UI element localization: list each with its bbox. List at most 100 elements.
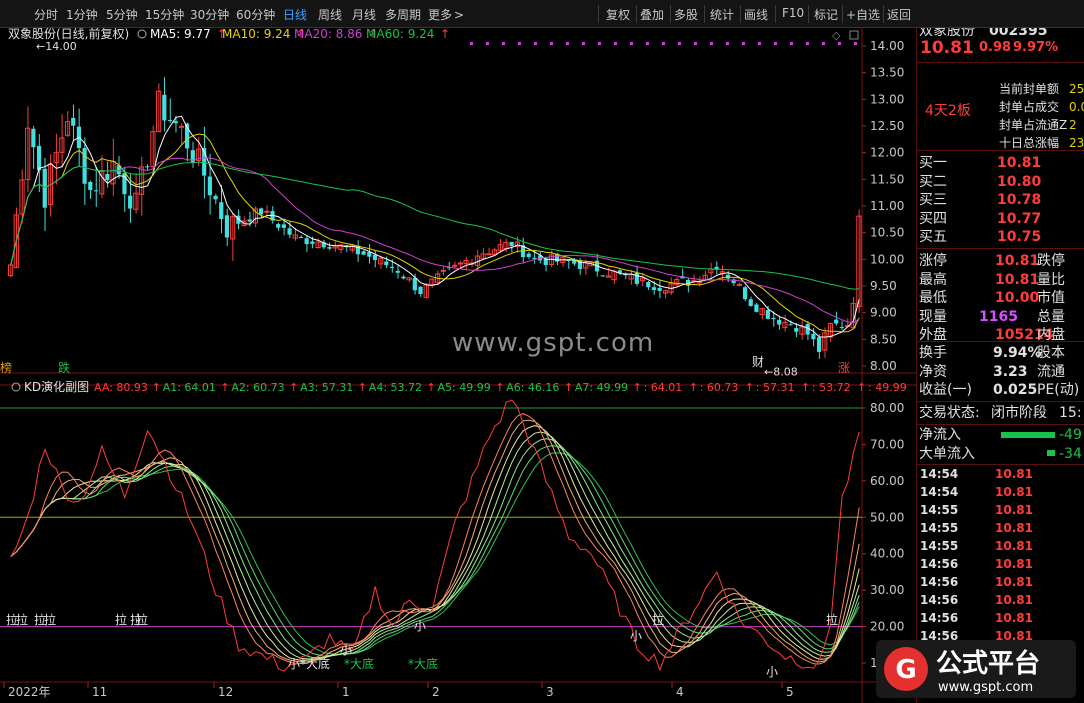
period-tab-30min[interactable]: 30分钟 (190, 6, 229, 23)
event-dot (550, 42, 553, 45)
flow-row: 大单流入 -34 (917, 445, 1084, 464)
tool-multi-stock[interactable]: 多股 (674, 6, 698, 23)
site-watermark: www.gspt.com (452, 328, 655, 358)
bid-row: 买一 10.81 (917, 154, 1084, 173)
candle-body (811, 333, 816, 340)
bid-label: 买四 (919, 210, 947, 227)
toolbar-divider (636, 5, 637, 23)
candle-body (372, 254, 378, 261)
kline-chart[interactable]: 分析家公式网 www.fxjgsw.com分析家公式网 www.fxjgsw.c… (0, 26, 946, 703)
candle-body (213, 195, 218, 200)
flow-value: -49 (1059, 427, 1082, 443)
period-tab-1min[interactable]: 1分钟 (66, 6, 98, 23)
tool-fuquan[interactable]: 复权 (606, 6, 630, 23)
event-dot (614, 42, 617, 45)
quote-stat-right-label: 内盘 (1037, 327, 1065, 343)
bid-row: 买二 10.80 (917, 173, 1084, 192)
tick-row: 14:55 10.81 (917, 501, 1084, 519)
tool-stats[interactable]: 统计 (710, 6, 734, 23)
quote-stat-label: 涨停 (919, 253, 947, 269)
candle-body (162, 94, 167, 121)
bid-price: 10.81 (997, 155, 1042, 171)
kd-signal-la: 拉 (44, 612, 56, 627)
event-dot (502, 42, 505, 45)
candle-body (651, 287, 657, 291)
flow-bar (1001, 432, 1055, 438)
toolbar-divider (598, 5, 599, 23)
candle-body (457, 262, 463, 265)
tool-overlay[interactable]: 叠加 (640, 6, 664, 23)
candle-body (777, 319, 782, 325)
kd-axis-label: 50.00 (870, 510, 904, 524)
period-tab-more[interactable]: 更多 > (428, 6, 464, 23)
candle-body (207, 176, 212, 196)
quote-stat2-label: 净资 (919, 363, 947, 380)
tool-back[interactable]: 返回 (887, 6, 911, 23)
up-arrow-icon: ↑ (495, 381, 504, 394)
candle-body (287, 228, 292, 235)
candle-body (105, 174, 110, 181)
candle-body (384, 261, 389, 266)
candle-body (31, 128, 36, 148)
up-arrow-icon: ↑ (289, 381, 298, 394)
tool-draw[interactable]: 画线 (744, 6, 768, 23)
quote-stat2-label: 换手 (919, 345, 947, 361)
trade-state-row: 交易状态: 闭市阶段 15: (917, 404, 1084, 423)
event-dot (646, 42, 649, 45)
quote-stat2-right-label: 流通 (1037, 363, 1065, 380)
quote-stat2-row: 换手 9.94% 股本 (917, 344, 1084, 363)
candle-body (839, 327, 844, 329)
period-tab-multi[interactable]: 多周期 (385, 6, 421, 23)
price-axis-label: 14.00 (870, 39, 904, 53)
ma-legend: MA60: 9.24 (366, 28, 434, 41)
bid-price: 10.75 (997, 229, 1042, 245)
quote-stat-right-label: 量比 (1037, 271, 1065, 288)
tool-mark[interactable]: 标记 (814, 6, 838, 23)
tick-time: 14:55 (920, 503, 959, 517)
period-tab-daily[interactable]: 日线 (283, 6, 307, 23)
price-axis-label: 13.00 (870, 92, 904, 106)
ma-legend: MA5: 9.77 (150, 28, 211, 41)
candle-body (742, 287, 748, 300)
up-arrow-icon: ↑ (358, 381, 367, 394)
period-tab-60min[interactable]: 60分钟 (236, 6, 275, 23)
kd-legend: A2: 60.73 (231, 381, 284, 394)
toolbar-divider (670, 5, 671, 23)
kd-signal-small-bottom: 小*大底 (288, 656, 330, 671)
period-tab-5min[interactable]: 5分钟 (106, 6, 138, 23)
kd-signal-small: 小 (766, 665, 778, 679)
event-dot (742, 42, 745, 45)
kd-axis-label: 60.00 (870, 474, 904, 488)
tick-price: 10.81 (995, 593, 1033, 607)
tool-add-favorite[interactable]: +自选 (846, 6, 880, 23)
quote-stat2-right-label: PE(动) (1037, 382, 1080, 398)
event-dot (582, 42, 585, 45)
event-dot (854, 42, 857, 45)
event-marker: 涨 (838, 360, 850, 375)
seal-info-value: 25 (1069, 82, 1084, 96)
tick-row: 14:55 10.81 (917, 519, 1084, 537)
trade-state-label: 交易状态: (919, 405, 980, 421)
seal-info-value: 0.0 (1069, 100, 1084, 114)
event-dot (534, 42, 537, 45)
event-dot (726, 42, 729, 45)
high-price-label: ←14.00 (36, 40, 77, 53)
period-tab-monthly[interactable]: 月线 (352, 6, 376, 23)
chevron-right-icon: > (454, 8, 465, 22)
period-tab-15min[interactable]: 15分钟 (145, 6, 184, 23)
period-tab-weekly[interactable]: 周线 (318, 6, 342, 23)
quote-stat2-value: 3.23 (993, 363, 1028, 380)
kd-legend: A3: 57.31 (300, 381, 353, 394)
quote-stat-label: 最低 (919, 290, 947, 306)
toolbar-divider (775, 5, 776, 23)
kd-signal-la: 拉 (136, 612, 148, 627)
trade-state-value: 闭市阶段 (991, 405, 1047, 421)
tool-f10[interactable]: F10 (782, 6, 804, 20)
chart-area[interactable]: 分析家公式网 www.fxjgsw.com分析家公式网 www.fxjgsw.c… (0, 26, 946, 703)
logo-graphic: G 公式平台 www.gspt.com (884, 647, 1040, 695)
tick-time: 14:54 (920, 485, 959, 499)
period-tab-fenshi[interactable]: 分时 (34, 6, 58, 23)
kd-legend: : 57.31 (756, 381, 795, 394)
candle-body (696, 281, 703, 284)
price-axis-label: 11.00 (870, 199, 904, 213)
